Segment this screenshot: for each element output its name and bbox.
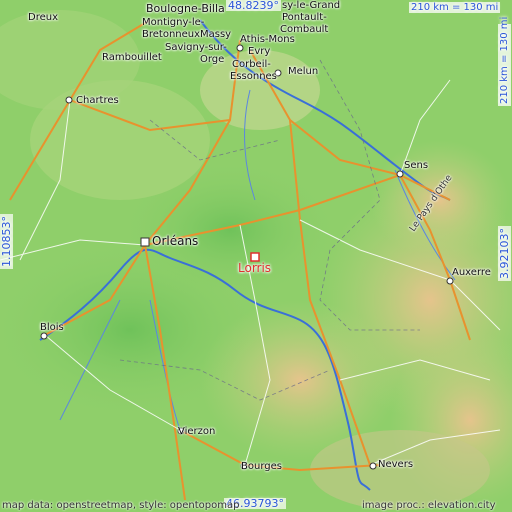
- place-label-boulogne: Boulogne-Billa: [146, 2, 225, 15]
- place-label-nevers: Nevers: [378, 459, 414, 470]
- place-label-sens: Sens: [404, 160, 429, 171]
- place-label-chartres: Chartres: [76, 95, 119, 106]
- place-label-savigny: Savigny-sur-: [165, 42, 227, 53]
- place-label-pontault: Pontault-: [282, 12, 327, 23]
- place-label-essonnes: Essonnes: [230, 71, 277, 82]
- scale-label-vertical: 210 km = 130 mi: [498, 16, 511, 106]
- place-label-melun: Melun: [288, 66, 319, 77]
- location-marker-icon: [250, 252, 260, 262]
- place-label-rambouillet: Rambouillet: [102, 52, 162, 63]
- lon-right-label: 3.92103°: [498, 226, 511, 281]
- place-label-vierzon: Vierzon: [178, 426, 216, 437]
- map-credit: map data: openstreetmap, style: opentopo…: [2, 500, 240, 511]
- place-label-bourges: Bourges: [241, 461, 282, 472]
- place-label-massy: Massy: [200, 29, 232, 40]
- place-label-combault: Combault: [280, 24, 329, 35]
- place-label-corbeil: Corbeil-: [232, 59, 271, 70]
- place-label-athis: Athis-Mons: [240, 34, 295, 45]
- processing-credit: image proc.: elevation.city: [362, 500, 496, 511]
- place-label-orleans: Orléans: [152, 234, 199, 248]
- lat-top-label: 48.8239°: [226, 0, 281, 12]
- place-label-legrand: sy-le-Grand: [282, 0, 341, 11]
- place-label-blois: Blois: [40, 322, 64, 333]
- place-label-orge: Orge: [200, 54, 225, 65]
- place-label-montigny: Montigny-le-: [142, 17, 205, 28]
- place-label-bretonneux: Bretonneux: [142, 29, 201, 40]
- place-label-evry: Evry: [248, 46, 271, 57]
- scale-label: 210 km = 130 mi: [409, 2, 501, 13]
- marker-label: Lorris: [238, 261, 272, 275]
- place-label-auxerre: Auxerre: [452, 267, 491, 278]
- lon-left-label: 1.10853°: [0, 214, 13, 269]
- map-view[interactable]: Dreux Boulogne-Billa Montigny-le- Breton…: [0, 0, 512, 512]
- place-label-dreux: Dreux: [28, 12, 58, 23]
